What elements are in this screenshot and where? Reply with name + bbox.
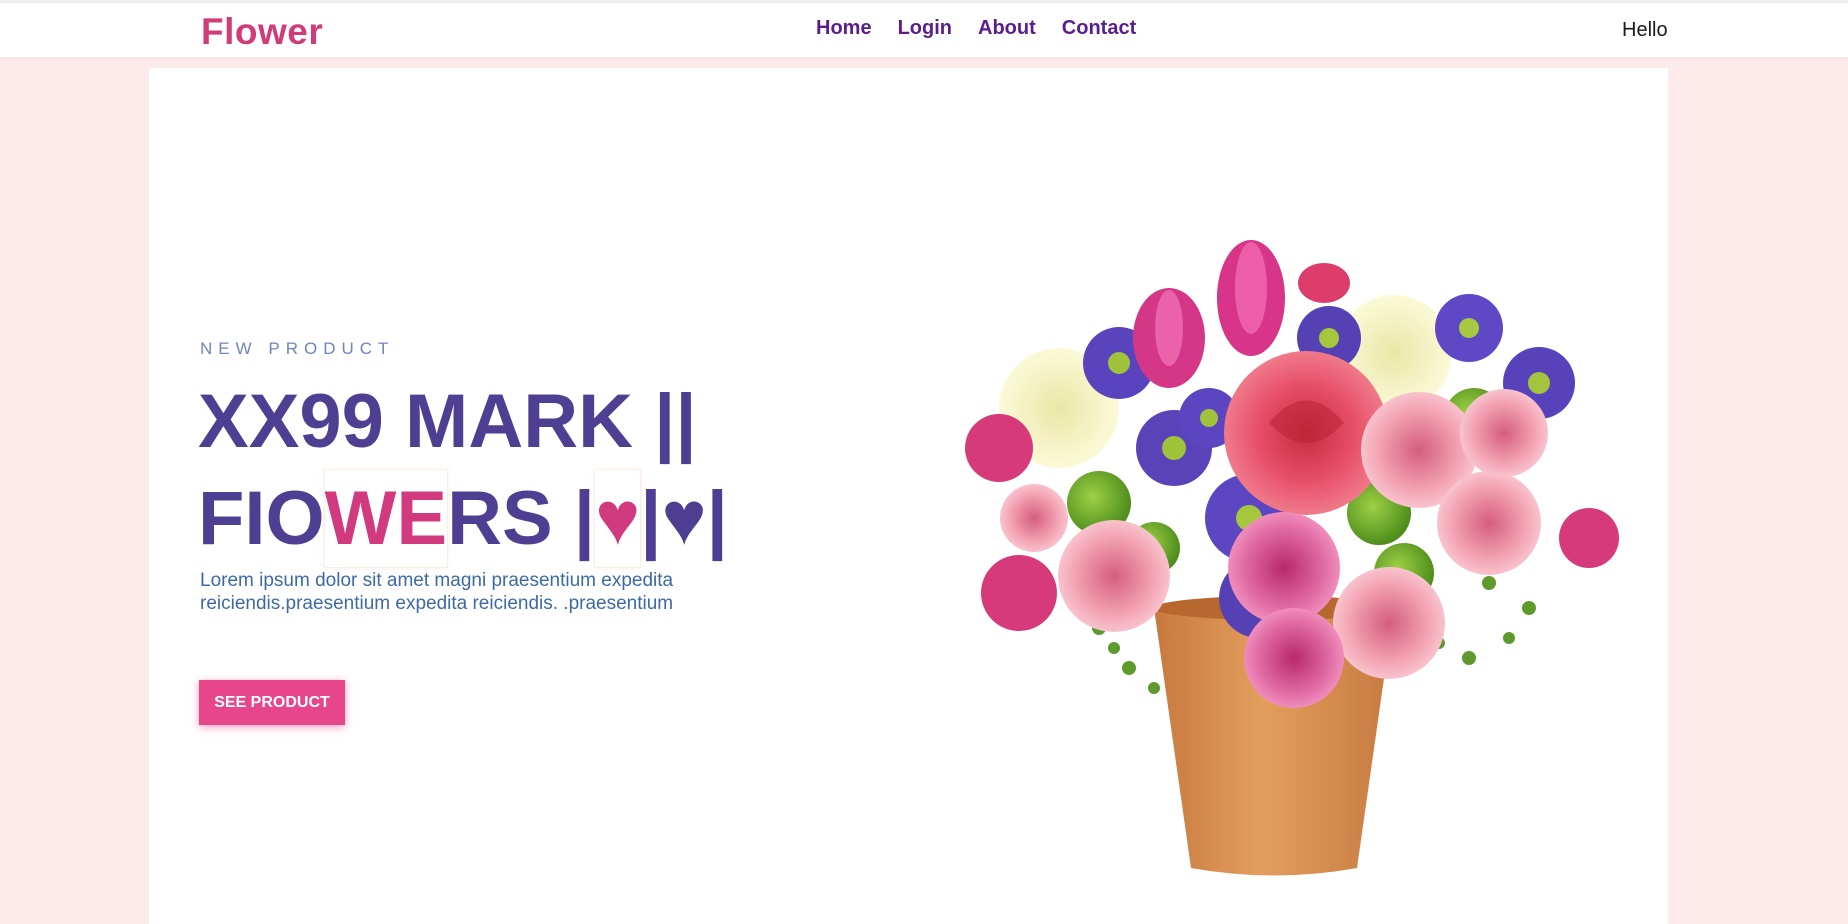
main-nav: Home Login About Contact xyxy=(816,17,1136,40)
hero-description: Lorem ipsum dolor sit amet magni praesen… xyxy=(200,570,674,614)
nav-contact-link[interactable]: Contact xyxy=(1062,17,1136,40)
nav-about-link[interactable]: About xyxy=(978,17,1036,40)
nav-login-link[interactable]: Login xyxy=(898,17,952,40)
headline-part-rs: RS | xyxy=(447,476,596,561)
hero-section: NEW PRODUCT XX99 MARK || FIOWERS |♥|♥| L… xyxy=(149,68,1668,924)
headline-part-fio: FIO xyxy=(198,476,325,561)
hero-headline: XX99 MARK || FIOWERS |♥|♥| xyxy=(198,373,728,567)
top-navbar: Flower Home Login About Contact Hello xyxy=(0,0,1848,60)
flower-bouquet-image xyxy=(965,240,1619,876)
headline-part-heart-bars: |♥| xyxy=(640,476,728,561)
headline-highlight-we: WE xyxy=(324,470,448,567)
eyebrow-label: NEW PRODUCT xyxy=(200,339,395,358)
user-greeting: Hello xyxy=(1622,19,1668,41)
headline-line-1: XX99 MARK || xyxy=(198,379,697,464)
heart-icon: ♥ xyxy=(595,470,641,567)
headline-line-2: FIOWERS |♥|♥| xyxy=(198,470,728,567)
site-logo[interactable]: Flower xyxy=(201,11,323,53)
nav-home-link[interactable]: Home xyxy=(816,17,872,40)
see-product-button[interactable]: SEE PRODUCT xyxy=(199,680,345,725)
